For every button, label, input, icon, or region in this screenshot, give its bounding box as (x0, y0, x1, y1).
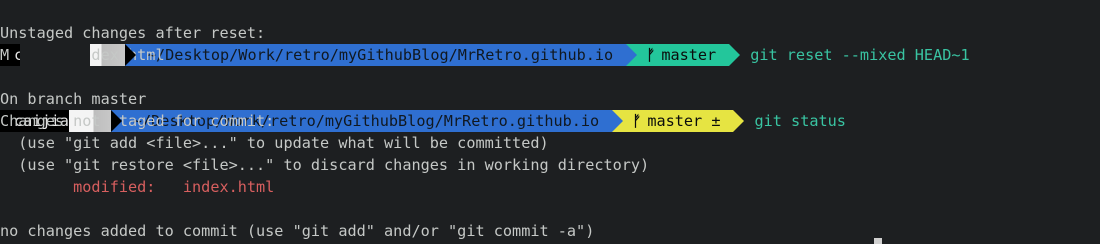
output-line: Unstaged changes after reset: (0, 24, 266, 42)
branch-icon: ᚠ (632, 112, 642, 130)
prompt-git-segment: ᚠ master ± (612, 110, 745, 132)
redacted-block (20, 44, 90, 66)
command-text: git reset --mixed HEAD~1 (750, 46, 970, 64)
segment-separator (729, 44, 741, 66)
output-line: (use "git restore <file>..." to discard … (0, 156, 650, 174)
prompt-dir-segment: ~/Desktop/Work/retro/myGithubBlog/MrRetr… (124, 44, 638, 66)
terminal-window[interactable]: caijia ~/Desktop/Work/retro/myGithubBlog… (0, 0, 1100, 244)
prompt-git-segment: ᚠ master (626, 44, 741, 66)
output-line: no changes added to commit (use "git add… (0, 222, 595, 240)
prompt-dir: ~/Desktop/Work/retro/myGithubBlog/MrRetr… (146, 46, 614, 64)
output-line: On branch master (0, 90, 147, 108)
terminal-cursor (874, 238, 882, 244)
prompt-line-1: caijia ~/Desktop/Work/retro/myGithubBlog… (0, 0, 970, 66)
segment-separator (733, 110, 745, 132)
segment-separator (612, 110, 624, 132)
prompt-line-2: caijia ~/Desktop/Work/retro/myGithubBlog… (0, 66, 846, 132)
segment-separator (110, 110, 122, 132)
output-line: M index.html (0, 44, 165, 66)
modified-file: index.html (155, 178, 275, 196)
output-line: Changes not staged for commit: (0, 112, 275, 130)
output-line: (use "git add <file>..." to update what … (0, 134, 549, 152)
modified-line: modified: index.html (0, 176, 274, 198)
segment-separator (124, 44, 136, 66)
segment-separator (626, 44, 638, 66)
branch-icon: ᚠ (646, 46, 656, 64)
modified-label: modified: (0, 178, 156, 196)
prompt-branch: master ± (647, 112, 721, 130)
prompt-branch: master (661, 46, 717, 64)
command-text: git status (754, 112, 846, 130)
